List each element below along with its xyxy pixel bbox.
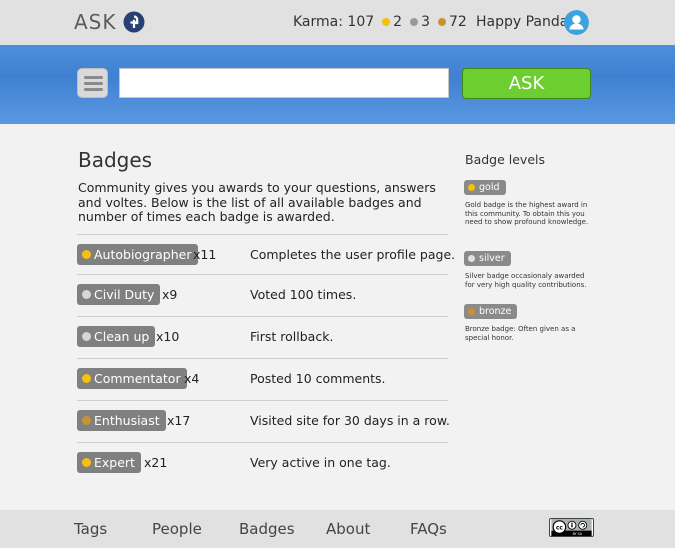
- gold-dot-icon: [82, 250, 91, 259]
- bronze-level-description: Bronze badge: Often given as a special h…: [465, 325, 576, 342]
- ask-button[interactable]: ASK: [462, 68, 591, 99]
- badge-description: Posted 10 comments.: [250, 371, 386, 386]
- bronze-level-pill: bronze: [464, 304, 518, 319]
- silver-dot-icon: [82, 290, 91, 299]
- badge-row: Expert x21 Very active in one tag.: [77, 442, 448, 484]
- silver-dot-icon: [468, 255, 475, 262]
- page-title: Badges: [78, 148, 153, 172]
- badge-pill[interactable]: Commentator: [77, 368, 187, 389]
- level-label: silver: [479, 253, 505, 264]
- gold-level-description: Gold badge is the highest award in this …: [465, 201, 589, 226]
- site-logo[interactable]: ASK: [74, 10, 145, 34]
- creative-commons-icon[interactable]: cc BY SA: [549, 518, 594, 537]
- user-avatar-icon[interactable]: [564, 10, 589, 35]
- badge-levels-title: Badge levels: [465, 152, 546, 167]
- karma-summary: Karma: 107 2 3 72: [293, 14, 467, 30]
- badge-pill[interactable]: Civil Duty: [77, 284, 161, 305]
- badge-name: Commentator: [94, 371, 181, 386]
- gold-dot-icon: [468, 184, 475, 191]
- footer-link-tags[interactable]: Tags: [74, 520, 107, 538]
- gold-dot-icon: [82, 458, 91, 467]
- logo-text: ASK: [74, 10, 117, 34]
- menu-icon[interactable]: [77, 68, 108, 98]
- bronze-dot-icon: [437, 18, 446, 26]
- silver-dot-icon: [410, 18, 419, 26]
- karma-label: Karma: 107: [293, 14, 375, 30]
- badge-name: Enthusiast: [94, 413, 160, 428]
- footer-link-about[interactable]: About: [326, 520, 370, 538]
- bronze-dot-icon: [468, 308, 475, 315]
- footer-link-faqs[interactable]: FAQs: [410, 520, 447, 538]
- badge-name: Clean up: [94, 329, 150, 344]
- username-link[interactable]: Happy Panda: [476, 14, 568, 30]
- fedora-icon: [123, 11, 144, 33]
- top-header: ASK Karma: 107 2 3 72 Happy Panda: [0, 0, 675, 45]
- bronze-dot-icon: [82, 416, 91, 425]
- search-input[interactable]: [119, 68, 449, 98]
- level-label: gold: [479, 182, 500, 193]
- badge-count: x4: [184, 371, 200, 386]
- badge-pill[interactable]: Autobiographer: [77, 244, 198, 265]
- badge-row: Autobiographer x11 Completes the user pr…: [77, 234, 455, 276]
- badge-row: Clean up x10 First rollback.: [77, 316, 448, 358]
- footer-link-badges[interactable]: Badges: [239, 520, 295, 538]
- silver-level-pill: silver: [464, 251, 511, 266]
- bronze-count: 72: [448, 14, 467, 30]
- badges-intro: Community gives you awards to your quest…: [78, 180, 436, 224]
- badge-description: First rollback.: [250, 329, 334, 344]
- badge-pill[interactable]: Expert: [77, 452, 141, 473]
- gold-dot-icon: [382, 18, 391, 26]
- level-label: bronze: [479, 306, 512, 317]
- gold-count: 2: [393, 14, 403, 30]
- badge-pill[interactable]: Clean up: [77, 326, 156, 347]
- badge-name: Autobiographer: [94, 247, 192, 262]
- badge-description: Completes the user profile page.: [250, 247, 456, 262]
- badge-count: x21: [144, 455, 168, 470]
- badge-count: x17: [167, 413, 191, 428]
- badge-name: Civil Duty: [94, 287, 155, 302]
- badge-count: x9: [162, 287, 178, 302]
- badge-row: Enthusiast x17 Visited site for 30 days …: [77, 400, 450, 442]
- badge-name: Expert: [94, 455, 135, 470]
- badge-description: Very active in one tag.: [250, 455, 391, 470]
- badge-row: Commentator x4 Posted 10 comments.: [77, 358, 448, 400]
- gold-dot-icon: [82, 374, 91, 383]
- badge-count: x11: [193, 247, 217, 262]
- badge-pill[interactable]: Enthusiast: [77, 410, 166, 431]
- license-text: BY SA: [573, 532, 583, 536]
- badge-count: x10: [156, 329, 180, 344]
- silver-level-description: Silver badge occasionaly awarded for ver…: [465, 272, 587, 289]
- badge-description: Visited site for 30 days in a row.: [250, 413, 450, 428]
- footer-link-people[interactable]: People: [152, 520, 202, 538]
- gold-level-pill: gold: [464, 180, 506, 195]
- silver-count: 3: [421, 14, 430, 30]
- badge-description: Voted 100 times.: [250, 287, 357, 302]
- silver-dot-icon: [82, 332, 91, 341]
- svg-text:cc: cc: [556, 525, 563, 531]
- badge-row: Civil Duty x9 Voted 100 times.: [77, 274, 448, 316]
